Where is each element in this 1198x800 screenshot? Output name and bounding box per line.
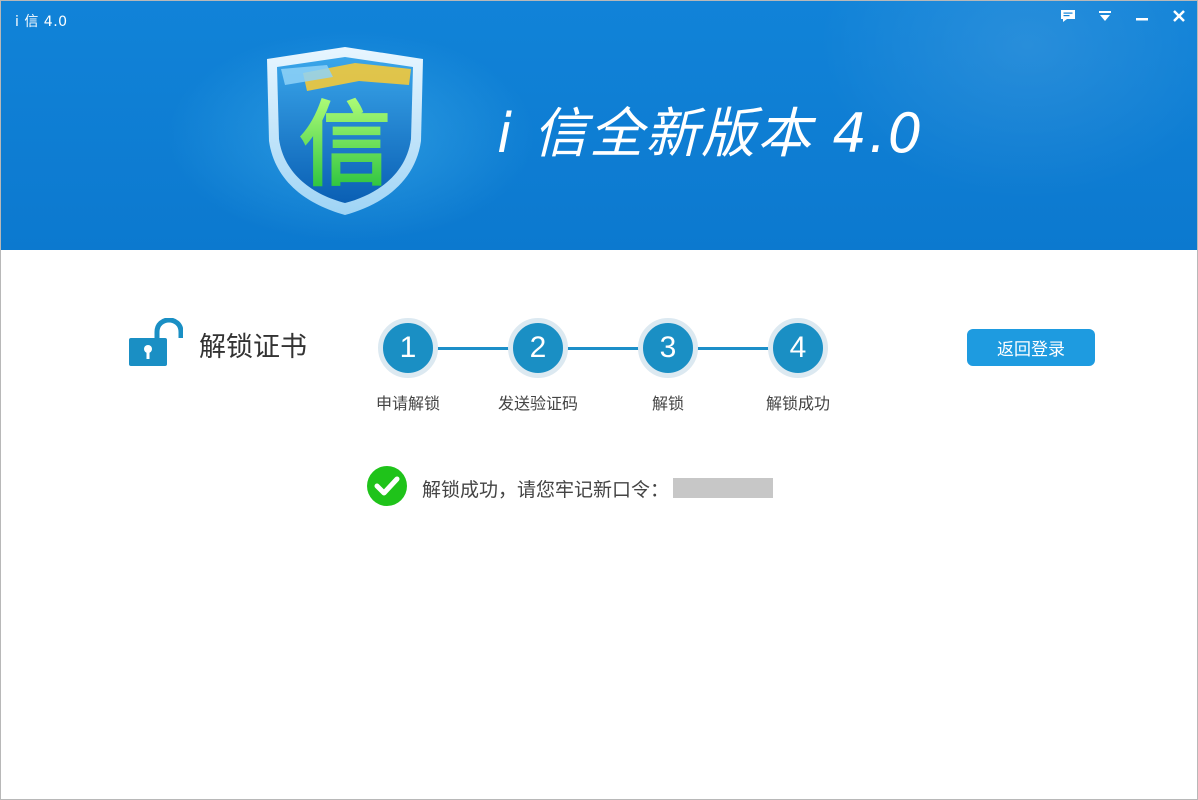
step-number: 3 — [638, 318, 698, 378]
unlock-icon — [127, 317, 184, 370]
check-circle-icon — [366, 465, 408, 511]
banner-title: i 信全新版本 4.0 — [497, 102, 925, 165]
app-window: i 信 4.0 信 i 信全新版本 4.0 解锁证书 1 申请解锁 2 发送验证… — [0, 0, 1198, 800]
step-number: 4 — [768, 318, 828, 378]
app-logo: 信 — [263, 45, 427, 217]
progress-stepper: 1 申请解锁 2 发送验证码 3 解锁 4 解锁成功 — [361, 316, 861, 416]
step-3: 3 解锁 — [608, 316, 728, 414]
step-number: 2 — [508, 318, 568, 378]
step-1: 1 申请解锁 — [348, 316, 468, 414]
close-icon[interactable] — [1160, 1, 1197, 31]
minimize-icon[interactable] — [1123, 1, 1160, 31]
masked-password — [673, 478, 774, 498]
main-content: 解锁证书 1 申请解锁 2 发送验证码 3 解锁 4 解锁成功 返回登录 解锁成… — [1, 250, 1197, 799]
step-4: 4 解锁成功 — [738, 316, 858, 414]
section-header: 解锁证书 — [127, 317, 307, 370]
section-title: 解锁证书 — [199, 331, 307, 363]
step-label: 发送验证码 — [497, 394, 578, 413]
window-controls — [1049, 1, 1197, 33]
step-label: 解锁 — [651, 394, 684, 413]
back-to-login-button[interactable]: 返回登录 — [967, 329, 1095, 366]
menu-dropdown-icon[interactable] — [1086, 1, 1123, 31]
feedback-icon[interactable] — [1049, 1, 1086, 31]
step-label: 解锁成功 — [765, 394, 830, 413]
result-text: 解锁成功，请您牢记新口令： — [422, 478, 670, 501]
window-title: i 信 4.0 — [15, 14, 68, 30]
step-number: 1 — [378, 318, 438, 378]
step-label: 申请解锁 — [375, 394, 440, 413]
header-banner: i 信 4.0 信 i 信全新版本 4.0 — [1, 1, 1197, 250]
logo-character: 信 — [299, 92, 391, 199]
result-message: 解锁成功，请您牢记新口令： — [366, 465, 774, 511]
step-2: 2 发送验证码 — [478, 316, 598, 414]
